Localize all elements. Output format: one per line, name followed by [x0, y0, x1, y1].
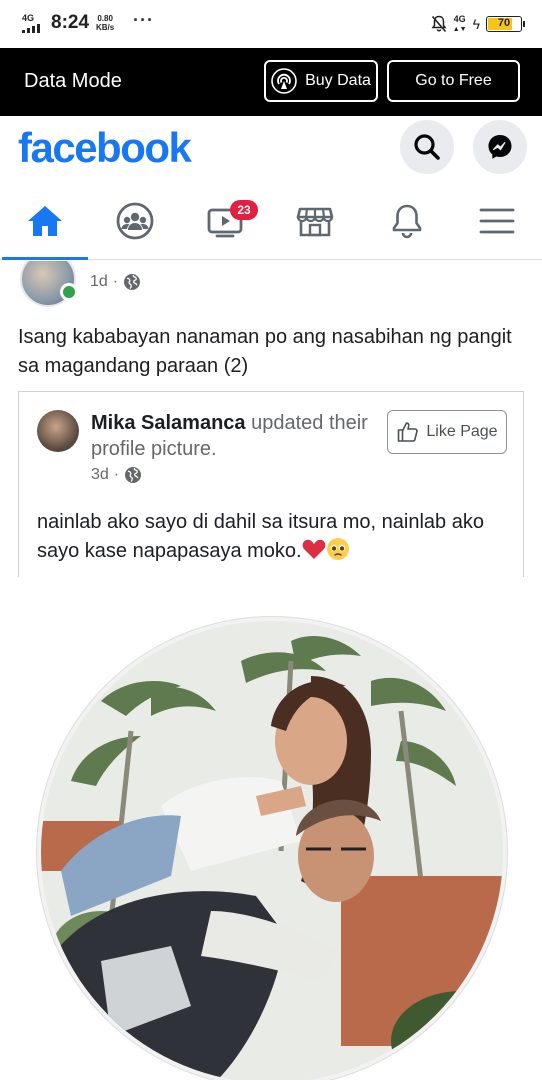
messenger-button[interactable] [473, 120, 527, 174]
marketplace-icon [296, 207, 334, 237]
home-icon [28, 206, 62, 236]
network-type-left: 4G [22, 13, 35, 23]
go-to-free-button[interactable]: Go to Free [387, 60, 520, 102]
online-status-dot [60, 283, 78, 301]
meta-separator: · [112, 273, 119, 290]
messenger-icon [488, 135, 512, 159]
groups-icon [116, 202, 154, 240]
speed-value: 0.80 [97, 14, 113, 23]
buy-data-button[interactable]: Buy Data [264, 60, 378, 102]
shared-post-header: Mika Salamanca updated their profile pic… [91, 410, 371, 462]
post-timestamp[interactable]: 1d [90, 273, 108, 291]
post-text: Isang kababayan nanaman po ang nasabihan… [18, 326, 512, 377]
like-page-button[interactable]: Like Page [387, 410, 507, 454]
network-type-right: 4G ▲▼ [452, 13, 467, 33]
go-to-free-label: Go to Free [415, 72, 492, 89]
shared-author-avatar[interactable] [37, 410, 79, 452]
news-feed[interactable]: 1d · Isang kababayan nanaman po ang nasa… [0, 261, 542, 1080]
shared-post-meta: 3d · [91, 466, 142, 484]
signal-icon: 4G [22, 13, 40, 33]
facebook-logo[interactable]: facebook [18, 124, 192, 172]
network-speed: 0.80 KB/s [96, 14, 114, 32]
tab-home[interactable] [0, 182, 90, 260]
globe-icon [124, 274, 141, 290]
speed-unit: KB/s [96, 23, 115, 32]
clock: 8:24 [51, 12, 90, 33]
tab-notifications[interactable] [362, 182, 452, 260]
battery-icon: 70 [486, 16, 525, 32]
notifications-icon [392, 204, 422, 239]
data-mode-bar: Data Mode Buy Data Go to Free [0, 48, 542, 116]
red-heart-emoji-icon [302, 539, 325, 559]
pleading-face-emoji-icon [326, 538, 349, 560]
tab-marketplace[interactable] [270, 182, 360, 260]
tab-menu[interactable] [452, 182, 542, 260]
shared-post-timestamp[interactable]: 3d [91, 466, 109, 484]
tab-groups[interactable] [90, 182, 180, 260]
app-header: facebook [0, 116, 542, 182]
globe-icon [125, 467, 142, 483]
shared-post-caption: nainlab ako sayo di dahil sa itsura mo, … [37, 511, 484, 562]
post-meta: 1d · [90, 273, 141, 291]
search-button[interactable] [400, 120, 454, 174]
status-bar: 4G 8:24 0.80 KB/s ··· 4G ▲▼ ϟ 70 [0, 0, 542, 48]
watch-badge: 23 [230, 200, 258, 220]
network-type-right-label: 4G [453, 13, 466, 24]
couple-photo-illustration [41, 621, 503, 1080]
thumbs-up-icon [398, 422, 419, 442]
more-notifications-icon: ··· [133, 10, 154, 30]
charging-icon: ϟ [472, 16, 480, 32]
buy-data-label: Buy Data [305, 72, 371, 89]
search-icon [414, 134, 440, 160]
menu-icon [479, 208, 515, 234]
battery-level: 70 [497, 17, 511, 29]
silent-mode-icon [431, 15, 447, 33]
shared-post-card[interactable]: Mika Salamanca updated their profile pic… [18, 391, 524, 577]
profile-picture[interactable] [37, 617, 507, 1080]
main-navigation: 23 [0, 182, 542, 260]
shared-author-name[interactable]: Mika Salamanca [91, 412, 246, 434]
like-page-label: Like Page [426, 423, 498, 440]
shared-post-text: nainlab ako sayo di dahil sa itsura mo, … [37, 508, 512, 566]
data-mode-title: Data Mode [24, 70, 122, 92]
tab-watch[interactable]: 23 [180, 182, 270, 260]
shared-meta-separator: · [113, 466, 120, 483]
broadcast-icon [271, 68, 297, 94]
